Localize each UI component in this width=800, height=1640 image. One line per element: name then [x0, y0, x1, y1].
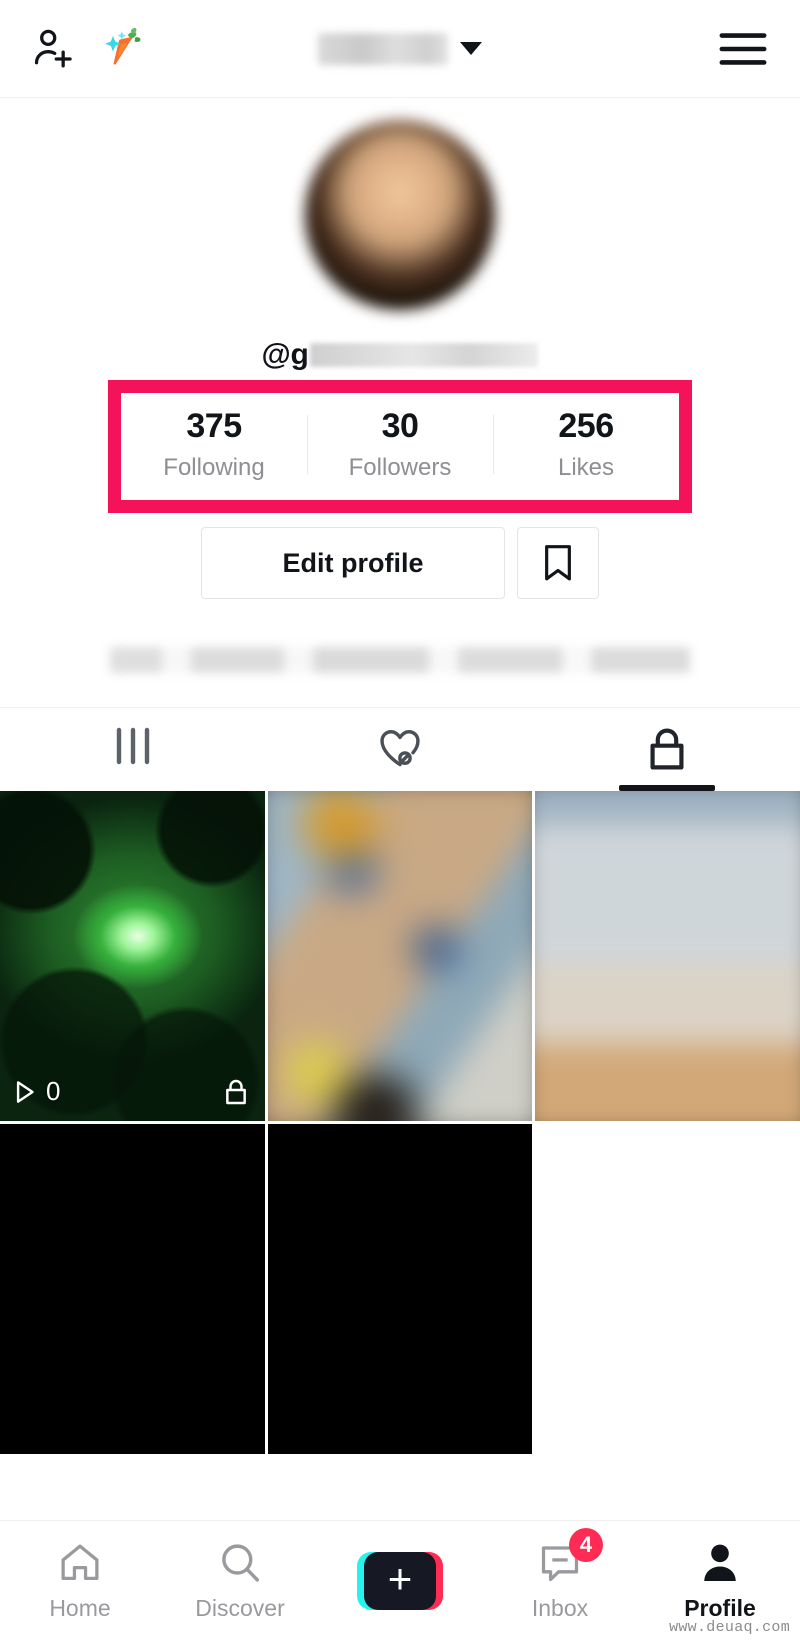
- video-thumbnail: [0, 791, 265, 1121]
- avatar-wrapper: [0, 120, 800, 310]
- nav-label-home: Home: [49, 1594, 111, 1621]
- bookmark-icon: [541, 543, 575, 583]
- create-video-button[interactable]: +: [357, 1551, 443, 1610]
- stat-following[interactable]: 375 Following: [121, 407, 307, 482]
- handle-prefix: @g: [261, 338, 309, 371]
- likes-count: 256: [558, 407, 614, 445]
- home-icon: [57, 1540, 103, 1586]
- bio-redacted: [110, 647, 690, 673]
- add-person-icon[interactable]: [30, 26, 76, 72]
- tiktok-profile-screen: @g 375 Following 30 Followers 256 Likes: [0, 0, 800, 1640]
- inbox-badge: 4: [569, 1527, 603, 1562]
- stats-row: 375 Following 30 Followers 256 Likes: [121, 407, 679, 482]
- carrot-sparkle-icon[interactable]: [98, 24, 148, 74]
- nav-item-discover[interactable]: Discover: [160, 1521, 320, 1640]
- video-cell[interactable]: [535, 791, 800, 1121]
- video-thumbnail: [267, 791, 533, 1121]
- play-icon: [14, 1080, 36, 1104]
- nav-item-inbox[interactable]: 4 Inbox: [480, 1521, 640, 1640]
- stats-highlight-box: 375 Following 30 Followers 256 Likes: [108, 380, 692, 513]
- header-username-dropdown[interactable]: [318, 32, 482, 65]
- nav-item-home[interactable]: Home: [0, 1521, 160, 1640]
- lock-icon: [646, 726, 688, 772]
- followers-count: 30: [381, 407, 419, 445]
- followers-label: Followers: [348, 454, 452, 481]
- header-left-group: [30, 24, 148, 74]
- tab-private[interactable]: [533, 708, 800, 791]
- video-thumbnail: [535, 791, 800, 1121]
- video-cell[interactable]: [267, 791, 533, 1121]
- video-cell[interactable]: [267, 1124, 533, 1454]
- video-thumbnail: [0, 1124, 265, 1454]
- video-cell[interactable]: 0: [0, 791, 265, 1121]
- handle-redacted: [310, 343, 539, 367]
- bookmark-button[interactable]: [517, 527, 599, 599]
- likes-label: Likes: [557, 454, 615, 481]
- search-icon: [217, 1540, 263, 1586]
- heart-off-icon: [377, 726, 423, 768]
- avatar[interactable]: [305, 120, 495, 310]
- tab-liked[interactable]: [267, 708, 534, 791]
- nav-label-inbox: Inbox: [531, 1594, 589, 1621]
- inbox-icon-wrapper: 4: [537, 1527, 603, 1586]
- stat-followers[interactable]: 30 Followers: [307, 407, 493, 482]
- nav-label-profile: Profile: [684, 1594, 756, 1621]
- app-header: [0, 0, 800, 98]
- video-cell-empty: [535, 1124, 800, 1454]
- site-watermark: www.deuaq.com: [669, 1619, 790, 1636]
- profile-section: @g 375 Following 30 Followers 256 Likes: [0, 98, 800, 677]
- video-thumbnail: [267, 1124, 533, 1454]
- stat-likes[interactable]: 256 Likes: [493, 407, 679, 482]
- hamburger-menu-icon[interactable]: [718, 29, 768, 69]
- header-right-group: [718, 29, 768, 69]
- content-tabs: [0, 707, 800, 791]
- edit-profile-button[interactable]: Edit profile: [201, 527, 505, 599]
- following-label: Following: [163, 454, 265, 481]
- profile-handle: @g: [0, 336, 800, 374]
- username-redacted: [318, 32, 448, 65]
- plus-icon: +: [387, 1554, 413, 1602]
- chevron-down-icon[interactable]: [460, 42, 482, 55]
- create-core: +: [364, 1551, 436, 1610]
- profile-bio: [0, 643, 800, 677]
- lock-icon: [223, 1077, 249, 1107]
- play-count: 0: [46, 1076, 61, 1106]
- play-count-badge: 0: [14, 1076, 60, 1107]
- profile-actions: Edit profile: [0, 527, 800, 599]
- following-count: 375: [186, 407, 242, 445]
- nav-item-create[interactable]: +: [320, 1521, 480, 1640]
- video-cell[interactable]: [0, 1124, 265, 1454]
- private-lock-badge: [223, 1077, 249, 1107]
- nav-label-discover: Discover: [195, 1594, 285, 1621]
- grid-icon: [111, 726, 155, 766]
- video-grid: 0: [0, 791, 800, 1520]
- bottom-navigation: Home Discover + 4 Inbox Profile www.deua…: [0, 1520, 800, 1640]
- person-icon: [697, 1540, 743, 1586]
- tab-videos[interactable]: [0, 708, 267, 791]
